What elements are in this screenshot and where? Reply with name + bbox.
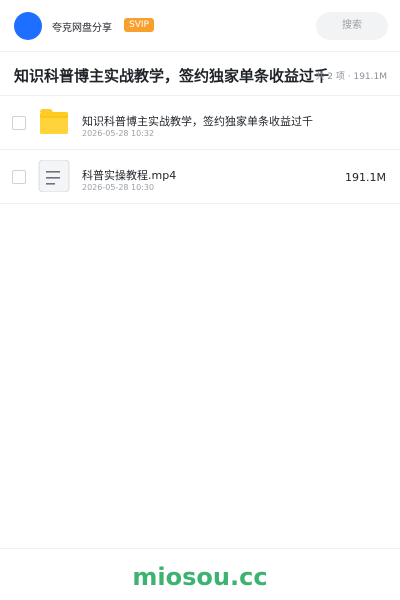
row-checkbox[interactable] [12,170,26,184]
document-icon [38,159,70,193]
header: 夸克网盘分享 SVIP 搜索 [0,0,400,52]
file-row[interactable]: 知识科普博主实战教学，签约独家单条收益过千 2026-05-28 10:32 [0,96,400,150]
file-time: 2026-05-28 10:32 [82,129,155,138]
footer: miosou.cc [0,548,400,600]
file-size: 191.1M [345,171,386,184]
svip-badge: SVIP [124,18,154,32]
file-row[interactable]: 科普实操教程.mp4 2026-05-28 10:30 191.1M [0,150,400,204]
row-checkbox[interactable] [12,116,26,130]
folder-title-bar: 知识科普博主实战教学，签约独家单条收益过千 共 2 项 · 191.1M [0,52,400,96]
file-name[interactable]: 知识科普博主实战教学，签约独家单条收益过千 [82,113,313,129]
file-name[interactable]: 科普实操教程.mp4 [82,167,176,183]
app-name: 夸克网盘分享 [52,23,112,34]
file-time: 2026-05-28 10:30 [82,183,155,192]
avatar[interactable] [14,12,42,40]
folder-summary: 共 2 项 · 191.1M [315,72,387,82]
search-box[interactable]: 搜索 [316,12,388,40]
site-logo[interactable]: miosou.cc [0,563,400,591]
folder-title: 知识科普博主实战教学，签约独家单条收益过千 [14,67,330,85]
folder-icon [38,106,70,138]
